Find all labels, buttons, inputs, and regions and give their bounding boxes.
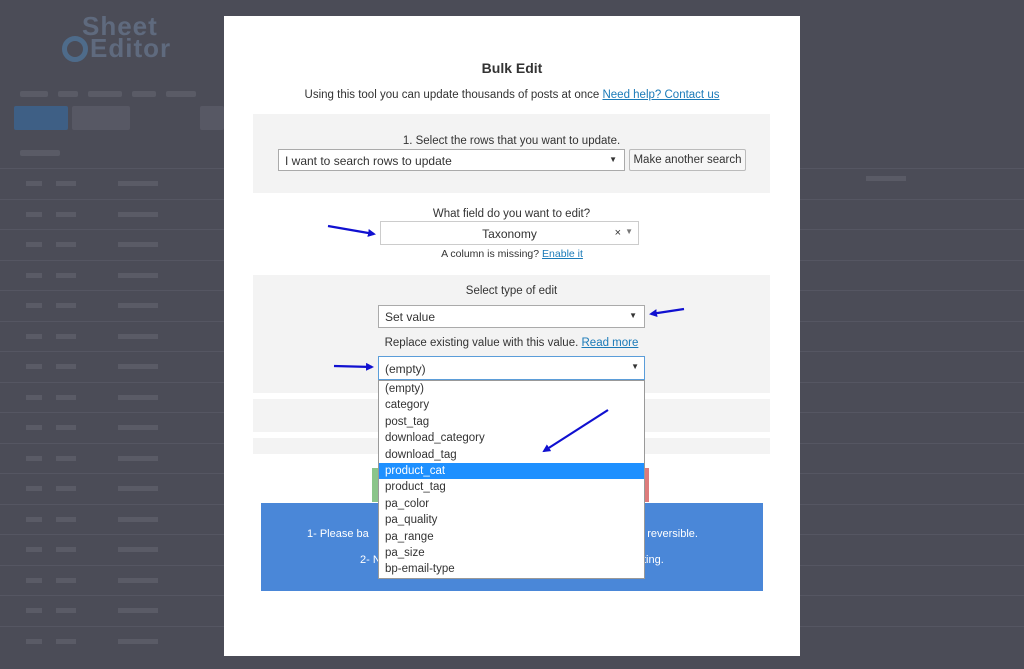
help-link[interactable]: Need help? Contact us (602, 89, 719, 101)
value-select[interactable]: (empty) ▼ (378, 356, 645, 380)
read-more-link[interactable]: Read more (582, 337, 639, 349)
replace-note: Replace existing value with this value. … (253, 337, 770, 349)
missing-column-text: A column is missing? (441, 248, 540, 260)
rows-label: 1. Select the rows that you want to upda… (402, 135, 621, 147)
dropdown-option[interactable]: download_tag (379, 447, 644, 463)
background-meta (20, 150, 60, 156)
dropdown-option[interactable]: pa_range (379, 529, 644, 545)
missing-column-note: A column is missing? Enable it (224, 248, 800, 260)
value-select-value: (empty) (385, 362, 426, 376)
chevron-down-icon: ▼ (629, 311, 637, 320)
background-tool-button (200, 106, 224, 130)
dropdown-option[interactable]: pa_size (379, 545, 644, 561)
chevron-down-icon: ▼ (609, 155, 617, 164)
bulk-edit-modal: Bulk Edit Using this tool you can update… (224, 16, 800, 656)
dropdown-option[interactable]: category (379, 397, 644, 413)
edit-type-label: Select type of edit (465, 285, 558, 297)
warning-line1-left: 1- Please ba (307, 528, 369, 540)
background-secondary-button (72, 106, 130, 130)
logo-text-bottom: Editor (90, 33, 172, 63)
field-label: What field do you want to edit? (432, 208, 591, 220)
app-logo: Sheet Editor (62, 13, 172, 64)
chevron-down-icon: ▼ (631, 362, 639, 371)
dropdown-option[interactable]: pa_color (379, 496, 644, 512)
rows-select[interactable]: I want to search rows to update ▼ (278, 149, 625, 171)
field-select[interactable]: Taxonomy × ▼ (380, 221, 639, 245)
modal-title: Bulk Edit (481, 60, 543, 76)
rows-select-value: I want to search rows to update (285, 154, 452, 168)
value-options-list: (empty) category post_tag download_category… (378, 380, 645, 579)
logo-ring-icon (62, 36, 88, 62)
chevron-down-icon: ▼ (625, 227, 633, 236)
clear-icon[interactable]: × (615, 227, 621, 239)
rows-section: 1. Select the rows that you want to upda… (253, 114, 770, 193)
dropdown-option[interactable]: download_category (379, 430, 644, 446)
modal-subtitle: Using this tool you can update thousands… (224, 89, 800, 101)
make-another-search-button[interactable]: Make another search (629, 149, 746, 171)
dropdown-option[interactable]: product_tag (379, 479, 644, 495)
dropdown-option[interactable]: (empty) (379, 381, 644, 397)
dropdown-option[interactable]: bp-email-type (379, 561, 644, 577)
background-menu (20, 84, 220, 97)
warning-line2-right: ting. (643, 554, 664, 566)
dropdown-option[interactable]: pa_quality (379, 512, 644, 528)
replace-note-text: Replace existing value with this value. (384, 337, 579, 349)
edit-type-value: Set value (385, 310, 436, 324)
edit-type-select[interactable]: Set value ▼ (378, 305, 645, 328)
field-select-value: Taxonomy (482, 227, 537, 241)
subtitle-text: Using this tool you can update thousands… (304, 89, 600, 101)
background-primary-button (14, 106, 68, 130)
enable-it-link[interactable]: Enable it (542, 248, 583, 260)
dropdown-option[interactable]: post_tag (379, 414, 644, 430)
dropdown-option[interactable]: product_cat (379, 462, 644, 480)
